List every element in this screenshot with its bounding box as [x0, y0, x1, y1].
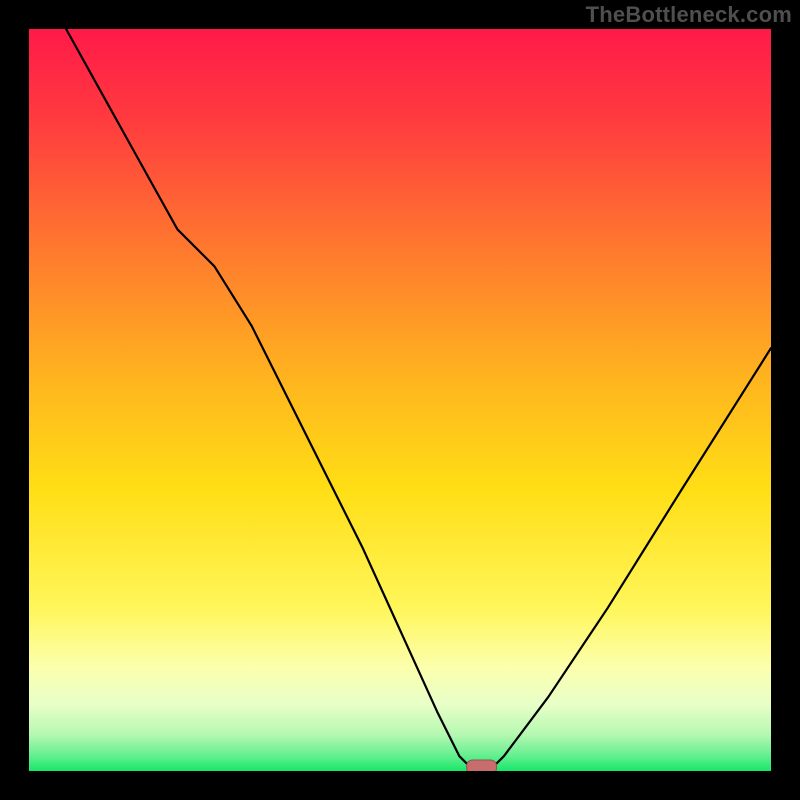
- watermark-text: TheBottleneck.com: [586, 2, 792, 28]
- optimal-marker: [467, 760, 497, 771]
- plot-area: [29, 29, 771, 771]
- gradient-background: [29, 29, 771, 771]
- chart-frame: TheBottleneck.com: [0, 0, 800, 800]
- chart-svg: [29, 29, 771, 771]
